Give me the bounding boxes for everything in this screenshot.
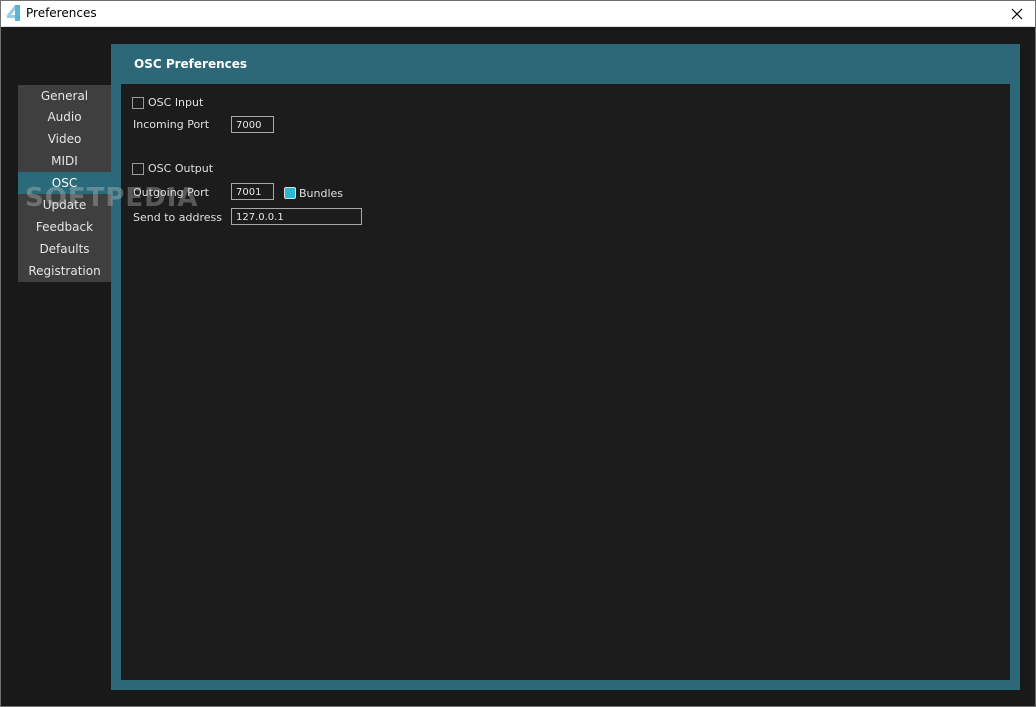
panel-body: OSC Input Incoming Port 7000 OSC Output …: [121, 84, 1010, 680]
send-to-address-label: Send to address: [133, 211, 222, 224]
app-logo-icon: [7, 5, 20, 21]
sidebar-item-feedback[interactable]: Feedback: [18, 216, 111, 238]
outgoing-port-label: Outgoing Port: [133, 186, 209, 199]
sidebar-item-general[interactable]: General: [18, 85, 111, 106]
sidebar-item-audio[interactable]: Audio: [18, 106, 111, 128]
bundles-checkbox[interactable]: [284, 187, 296, 199]
osc-preferences-panel: OSC Preferences OSC Input Incoming Port …: [111, 44, 1020, 690]
sidebar-item-defaults[interactable]: Defaults: [18, 238, 111, 260]
osc-output-label: OSC Output: [148, 162, 214, 175]
osc-output-checkbox[interactable]: [132, 163, 144, 175]
title-bar: Preferences: [1, 1, 1035, 27]
close-button[interactable]: [999, 1, 1035, 26]
window-title: Preferences: [26, 6, 97, 20]
close-icon: [1011, 8, 1023, 19]
preferences-window: Preferences General Audio Video MIDI OSC…: [0, 0, 1036, 707]
outgoing-port-input[interactable]: 7001: [231, 183, 274, 200]
panel-title: OSC Preferences: [134, 57, 248, 71]
send-to-address-input[interactable]: 127.0.0.1: [231, 208, 362, 225]
sidebar-item-osc[interactable]: OSC: [18, 172, 111, 194]
sidebar-item-midi[interactable]: MIDI: [18, 150, 111, 172]
sidebar-item-registration[interactable]: Registration: [18, 260, 111, 282]
bundles-label: Bundles: [299, 187, 344, 200]
osc-input-checkbox[interactable]: [132, 97, 144, 109]
preferences-sidebar: General Audio Video MIDI OSC Update Feed…: [18, 85, 111, 282]
incoming-port-input[interactable]: 7000: [231, 116, 274, 133]
osc-input-label: OSC Input: [148, 96, 204, 109]
incoming-port-label: Incoming Port: [133, 118, 210, 131]
sidebar-item-update[interactable]: Update: [18, 194, 111, 216]
sidebar-item-video[interactable]: Video: [18, 128, 111, 150]
